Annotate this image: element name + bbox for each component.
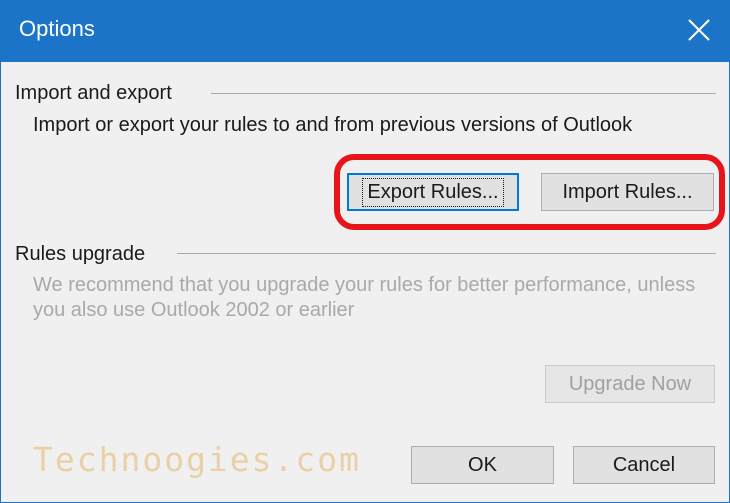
upgrade-now-button[interactable]: Upgrade Now — [545, 365, 715, 403]
export-rules-button[interactable]: Export Rules... — [347, 173, 519, 211]
upgrade-now-label: Upgrade Now — [568, 372, 692, 395]
close-icon — [688, 19, 710, 41]
import-rules-label: Import Rules... — [562, 180, 693, 203]
rules-upgrade-description: We recommend that you upgrade your rules… — [33, 274, 696, 321]
cancel-button[interactable]: Cancel — [573, 446, 715, 484]
import-export-description: Import or export your rules to and from … — [33, 114, 633, 136]
options-dialog: Options Import and export Import or expo… — [0, 0, 730, 503]
ok-button[interactable]: OK — [411, 446, 554, 484]
watermark-text: Technoogies.com — [33, 440, 362, 479]
close-button[interactable] — [681, 12, 717, 48]
dialog-title: Options — [19, 16, 95, 41]
import-export-group-label: Import and export — [15, 82, 172, 104]
import-rules-button[interactable]: Import Rules... — [541, 173, 714, 211]
rules-upgrade-group-label: Rules upgrade — [15, 243, 146, 265]
export-rules-label: Export Rules... — [362, 177, 504, 207]
cancel-label: Cancel — [612, 453, 676, 476]
rules-upgrade-divider — [177, 253, 716, 254]
ok-label: OK — [468, 453, 497, 476]
title-bar: Options — [1, 0, 730, 62]
import-export-divider — [211, 93, 716, 94]
